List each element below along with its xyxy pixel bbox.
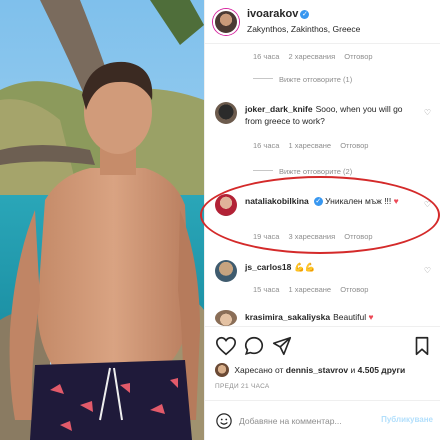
action-icons: [213, 335, 433, 359]
commenter-username[interactable]: joker_dark_knife: [245, 104, 313, 114]
heart-icon: ♥: [368, 312, 374, 322]
save-icon[interactable]: [411, 335, 433, 357]
likes-count-link[interactable]: 4.505 други: [358, 365, 406, 375]
commenter-avatar[interactable]: [215, 260, 237, 282]
commenter-avatar[interactable]: [215, 194, 237, 216]
liker-avatar[interactable]: [215, 363, 229, 377]
comment-item: joker_dark_knife Sooo, when you will go f…: [215, 102, 431, 132]
share-icon[interactable]: [271, 335, 293, 357]
comment-like-icon[interactable]: ♡: [424, 266, 431, 275]
author-avatar[interactable]: [213, 9, 239, 35]
commenter-username[interactable]: js_carlos18: [245, 262, 291, 272]
view-replies-button[interactable]: Вижте отговорите (1): [253, 75, 352, 84]
reply-button[interactable]: Отговор: [344, 232, 372, 241]
verified-badge-icon: ✓: [300, 10, 310, 19]
comment-time: 15 часа: [253, 285, 280, 294]
post-header: ivoarakov ✓ Zakynthos, Zakinthos, Greece: [205, 0, 440, 44]
comment-text: krasimira_sakaliyska Beautiful ♥: [245, 312, 374, 322]
comment-text: nataliakobilkina ✓ Уникален мъж !!! ♥: [245, 196, 399, 206]
post-location[interactable]: Zakynthos, Zakinthos, Greece: [247, 24, 360, 34]
commenter-username[interactable]: nataliakobilkina: [245, 196, 309, 206]
reply-button[interactable]: Отговор: [340, 285, 368, 294]
comment-likes[interactable]: 2 харесвания: [289, 52, 336, 61]
comment-likes[interactable]: 3 харесвания: [289, 232, 336, 241]
comment-time: 16 часа: [253, 141, 280, 150]
liker-username[interactable]: dennis_stavrov: [286, 365, 348, 375]
muscle-emoji-icon: 💪💪: [294, 262, 316, 272]
comment-icon[interactable]: [243, 335, 265, 357]
comment-meta: 16 часа 2 харесвания Отговор: [253, 52, 380, 61]
comment-text: joker_dark_knife Sooo, when you will go f…: [245, 104, 403, 126]
comment-meta: 16 часа 1 харесване Отговор: [253, 141, 375, 150]
post-side-panel: ivoarakov ✓ Zakynthos, Zakinthos, Greece …: [204, 0, 440, 440]
comment-like-icon[interactable]: ♡: [424, 200, 431, 209]
add-comment-bar: Публикуване: [205, 400, 440, 440]
heart-icon: ♥: [393, 196, 399, 206]
post-photo[interactable]: [0, 0, 204, 440]
comment-text: js_carlos18 💪💪: [245, 261, 420, 273]
post-image: [0, 0, 204, 440]
commenter-avatar[interactable]: [215, 310, 237, 326]
comment-input[interactable]: [239, 412, 379, 430]
post-actions: Харесано от dennis_stavrov и 4.505 други…: [205, 326, 440, 440]
reply-button[interactable]: Отговор: [340, 141, 368, 150]
comment-time: 19 часа: [253, 232, 280, 241]
post-comment-button[interactable]: Публикуване: [381, 415, 433, 424]
reply-button[interactable]: Отговор: [344, 52, 372, 61]
comment-time: 16 часа: [253, 52, 280, 61]
comment-meta: 19 часа 3 харесвания Отговор: [253, 232, 380, 241]
comment-item: js_carlos18 💪💪 ♡: [215, 260, 431, 284]
comment-likes[interactable]: 1 харесване: [289, 141, 332, 150]
commenter-avatar[interactable]: [215, 102, 237, 124]
liked-by: Харесано от dennis_stavrov и 4.505 други: [215, 363, 405, 377]
like-icon[interactable]: [215, 335, 237, 357]
author-username[interactable]: ivoarakov ✓: [247, 8, 310, 20]
emoji-icon[interactable]: [215, 412, 233, 430]
comment-like-icon[interactable]: ♡: [424, 108, 431, 117]
comments-list: 16 часа 2 харесвания Отговор Вижте отгов…: [205, 44, 440, 326]
comment-meta: 15 часа 1 харесване Отговор: [253, 285, 375, 294]
post-time: ПРЕДИ 21 ЧАСА: [215, 383, 270, 390]
verified-badge-icon: ✓: [313, 197, 323, 206]
view-replies-button[interactable]: Вижте отговорите (2): [253, 167, 352, 176]
comment-item: nataliakobilkina ✓ Уникален мъж !!! ♥ ♡: [215, 194, 431, 224]
comment-likes[interactable]: 1 харесване: [289, 285, 332, 294]
commenter-username[interactable]: krasimira_sakaliyska: [245, 312, 330, 322]
